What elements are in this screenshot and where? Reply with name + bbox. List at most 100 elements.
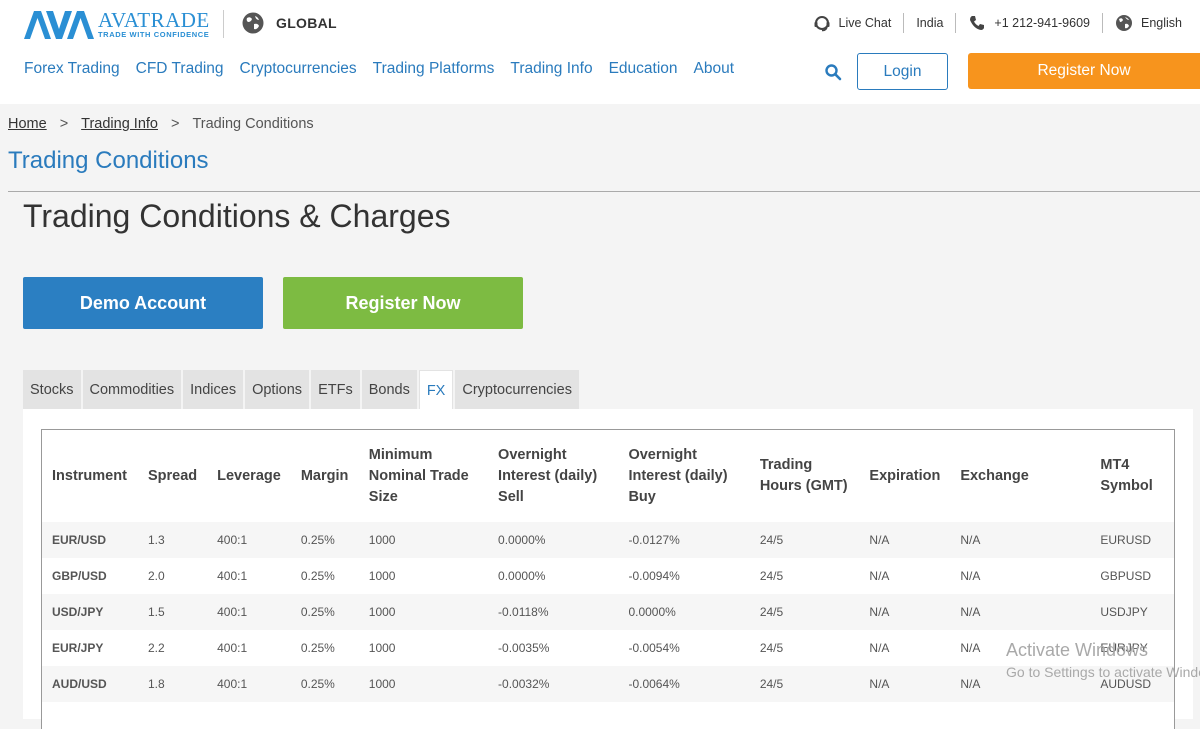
globe-icon: [242, 12, 264, 34]
nav-cfd-trading[interactable]: CFD Trading: [136, 60, 224, 78]
cell-exchange: N/A: [960, 641, 981, 655]
breadcrumb-separator: >: [59, 116, 69, 132]
nav-about[interactable]: About: [694, 60, 735, 78]
tab-commodities[interactable]: Commodities: [82, 370, 182, 409]
top-utility-bar: Live Chat India +1 212-941-9609 English: [801, 13, 1195, 33]
tab-options[interactable]: Options: [245, 370, 310, 409]
cell-overnight-buy: -0.0127%: [628, 533, 680, 547]
cell-margin: 0.25%: [300, 641, 335, 655]
col-instrument: Instrument: [52, 467, 127, 484]
table-row: AUD/USD 1.8 400:1 0.25% 1000 -0.0032% -0…: [42, 666, 1174, 702]
cell-spread: 2.0: [147, 569, 165, 583]
page-subtitle: Trading Conditions: [8, 147, 209, 174]
phone-icon: [970, 16, 985, 30]
nav-forex-trading[interactable]: Forex Trading: [24, 60, 120, 78]
demo-account-button[interactable]: Demo Account: [23, 277, 263, 329]
cell-instrument: EUR/USD: [52, 533, 107, 547]
language-label: English: [1141, 16, 1182, 30]
cell-overnight-buy: -0.0054%: [628, 641, 680, 655]
register-now-header-button[interactable]: Register Now: [968, 53, 1200, 89]
cell-mt4-symbol: GBPUSD: [1100, 569, 1152, 583]
nav-cryptocurrencies[interactable]: Cryptocurrencies: [240, 60, 357, 78]
cell-overnight-buy: -0.0094%: [628, 569, 680, 583]
table-row: USD/JPY 1.5 400:1 0.25% 1000 -0.0118% 0.…: [42, 594, 1174, 630]
avatrade-logo-icon: [24, 10, 94, 39]
cell-leverage: 400:1: [217, 605, 248, 619]
col-overnight-buy: Overnight Interest (daily) Buy: [628, 446, 728, 505]
table-row: EUR/USD 1.3 400:1 0.25% 1000 0.0000% -0.…: [42, 522, 1174, 558]
header-divider: [223, 10, 224, 38]
country-label: India: [916, 16, 944, 30]
breadcrumb: Home > Trading Info > Trading Conditions: [8, 116, 314, 132]
table-row: EUR/JPY 2.2 400:1 0.25% 1000 -0.0035% -0…: [42, 630, 1174, 666]
tab-indices[interactable]: Indices: [183, 370, 244, 409]
breadcrumb-home[interactable]: Home: [8, 116, 47, 132]
nav-trading-info[interactable]: Trading Info: [510, 60, 592, 78]
cell-instrument: USD/JPY: [52, 605, 104, 619]
tab-fx[interactable]: FX: [418, 370, 454, 410]
cell-leverage: 400:1: [217, 641, 248, 655]
cell-leverage: 400:1: [217, 533, 248, 547]
cell-margin: 0.25%: [300, 677, 335, 691]
cell-expiration: N/A: [869, 533, 890, 547]
nav-trading-platforms[interactable]: Trading Platforms: [373, 60, 495, 78]
col-min-trade-size: Minimum Nominal Trade Size: [368, 446, 469, 505]
live-chat-link[interactable]: Live Chat: [801, 13, 904, 33]
cell-expiration: N/A: [869, 641, 890, 655]
cell-trading-hours: 24/5: [759, 533, 784, 547]
col-leverage: Leverage: [217, 467, 281, 484]
cell-mt4-symbol: USDJPY: [1100, 605, 1148, 619]
region-selector[interactable]: GLOBAL: [242, 12, 337, 34]
main-nav: Forex Trading CFD Trading Cryptocurrenci…: [24, 60, 750, 78]
cell-overnight-buy: 0.0000%: [628, 605, 676, 619]
logo-tagline: TRADE WITH CONFIDENCE: [98, 30, 210, 39]
tab-etfs[interactable]: ETFs: [311, 370, 360, 409]
country-selector[interactable]: India: [904, 13, 955, 33]
tab-stocks[interactable]: Stocks: [23, 370, 81, 409]
cell-overnight-sell: 0.0000%: [498, 569, 546, 583]
tab-cryptocurrencies[interactable]: Cryptocurrencies: [455, 370, 579, 409]
globe-icon: [1116, 15, 1132, 31]
cell-expiration: N/A: [869, 569, 890, 583]
cell-min-trade-size: 1000: [368, 569, 396, 583]
region-label: GLOBAL: [276, 15, 337, 31]
cell-margin: 0.25%: [300, 533, 335, 547]
avatrade-logo[interactable]: AVATRADE TRADE WITH CONFIDENCE: [24, 10, 210, 39]
tab-panel-fx: Instrument Spread Leverage Margin Minimu…: [23, 409, 1193, 729]
cell-trading-hours: 24/5: [759, 569, 784, 583]
col-trading-hours: Trading Hours (GMT): [759, 457, 848, 494]
nav-education[interactable]: Education: [609, 60, 678, 78]
page-title: Trading Conditions & Charges: [23, 198, 451, 234]
cell-spread: 1.3: [147, 533, 165, 547]
cell-overnight-sell: -0.0032%: [498, 677, 550, 691]
cell-min-trade-size: 1000: [368, 605, 396, 619]
section-divider: [8, 191, 1200, 192]
table-row: GBP/USD 2.0 400:1 0.25% 1000 0.0000% -0.…: [42, 558, 1174, 594]
cell-overnight-sell: -0.0035%: [498, 641, 550, 655]
breadcrumb-trading-info[interactable]: Trading Info: [81, 116, 158, 132]
cell-trading-hours: 24/5: [759, 605, 784, 619]
cell-trading-hours: 24/5: [759, 641, 784, 655]
login-button[interactable]: Login: [857, 53, 948, 90]
table-header-row: Instrument Spread Leverage Margin Minimu…: [42, 430, 1174, 522]
tab-bonds[interactable]: Bonds: [361, 370, 417, 409]
cell-overnight-buy: -0.0064%: [628, 677, 680, 691]
cell-mt4-symbol: EURJPY: [1100, 641, 1148, 655]
col-exchange: Exchange: [960, 467, 1029, 484]
search-icon[interactable]: [824, 63, 842, 81]
cell-min-trade-size: 1000: [368, 641, 396, 655]
phone-link[interactable]: +1 212-941-9609: [956, 13, 1102, 33]
fx-conditions-table: Instrument Spread Leverage Margin Minimu…: [41, 429, 1175, 729]
cell-leverage: 400:1: [217, 569, 248, 583]
cell-spread: 2.2: [147, 641, 165, 655]
cell-overnight-sell: 0.0000%: [498, 533, 546, 547]
language-selector[interactable]: English: [1103, 13, 1194, 33]
cell-overnight-sell: -0.0118%: [498, 605, 549, 619]
logo-name: AVATRADE: [98, 8, 210, 32]
register-now-button[interactable]: Register Now: [283, 277, 523, 329]
cell-exchange: N/A: [960, 677, 981, 691]
cell-min-trade-size: 1000: [368, 533, 396, 547]
cell-expiration: N/A: [869, 605, 890, 619]
phone-number: +1 212-941-9609: [994, 16, 1090, 30]
asset-tabs: Stocks Commodities Indices Options ETFs …: [23, 370, 581, 410]
